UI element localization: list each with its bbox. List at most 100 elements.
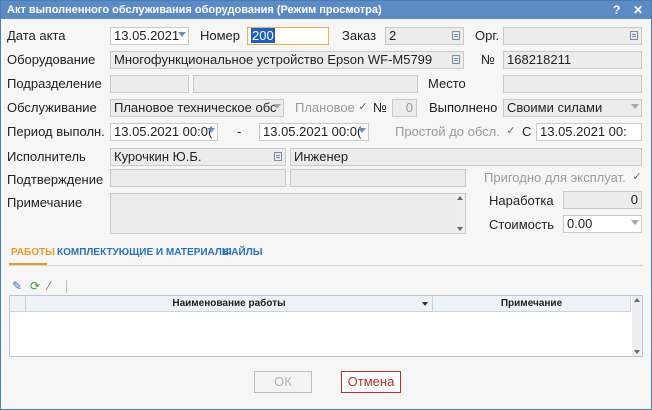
inv-number-label: № <box>481 52 495 67</box>
title-bar: Акт выполненного обслуживания оборудован… <box>1 1 651 19</box>
order-field[interactable]: 2 <box>385 27 464 45</box>
division-name-field[interactable] <box>193 75 418 93</box>
chevron-down-icon[interactable] <box>178 32 186 37</box>
equipment-label: Оборудование <box>7 52 96 67</box>
chevron-down-icon[interactable] <box>207 128 215 133</box>
note-textarea[interactable] <box>110 193 466 234</box>
dialog-window: Акт выполненного обслуживания оборудован… <box>0 0 652 410</box>
done-by-value: Своими силами <box>507 100 603 115</box>
confirm-code-field[interactable] <box>110 169 286 187</box>
inv-number-field[interactable]: 168218211 <box>503 51 642 69</box>
executor-value: Курочкин Ю.Б. <box>114 149 202 164</box>
lookup-icon[interactable] <box>452 31 460 40</box>
downtime-label: Простой до обсл. <box>395 124 500 139</box>
downtime-from-field[interactable]: 13.05.2021 00: <box>536 123 642 141</box>
confirm-label: Подтверждение <box>7 172 104 187</box>
grid-column-note-label: Примечание <box>500 298 563 309</box>
period-from-field[interactable]: 13.05.2021 00:0( <box>110 123 218 141</box>
toolbar-divider <box>66 280 67 293</box>
period-dash: - <box>237 124 242 139</box>
downtime-from-label: С <box>522 124 532 139</box>
division-label: Подразделение <box>7 76 102 91</box>
refresh-icon[interactable]: ⟳ <box>30 279 40 293</box>
executor-role-field[interactable]: Инженер <box>290 148 642 166</box>
grid-row-header <box>10 296 26 312</box>
chevron-down-icon[interactable] <box>358 128 366 133</box>
order-value: 2 <box>389 28 397 43</box>
place-field[interactable] <box>503 75 642 93</box>
tab-files[interactable]: ФАЙЛЫ <box>223 247 263 258</box>
planned-num-value: 0 <box>405 100 413 115</box>
period-to-field[interactable]: 13.05.2021 00:0( <box>259 123 369 141</box>
equipment-value: Многофункциональное устройство Epson WF-… <box>114 52 433 67</box>
period-from-value: 13.05.2021 00:0( <box>114 124 213 139</box>
cost-label: Стоимость <box>489 217 555 232</box>
chevron-down-icon[interactable] <box>273 104 281 109</box>
planned-label: Плановое <box>295 100 355 115</box>
window-title: Акт выполненного обслуживания оборудован… <box>7 4 382 16</box>
downtime-checkbox[interactable]: ✓ <box>506 126 516 137</box>
number-label: Номер <box>200 28 241 43</box>
act-date-field[interactable]: 13.05.2021 <box>110 27 189 45</box>
lookup-icon[interactable] <box>630 31 638 40</box>
order-label: Заказ <box>342 28 377 43</box>
scroll-down-icon[interactable] <box>634 350 640 354</box>
period-to-value: 13.05.2021 00:0( <box>263 124 362 139</box>
confirm-name-field[interactable] <box>290 169 466 187</box>
lookup-icon[interactable] <box>452 55 460 64</box>
help-button[interactable]: ? <box>613 3 620 17</box>
magic-wand-icon[interactable]: ⁄ <box>48 279 50 293</box>
fit-checkbox[interactable]: ✓ <box>632 172 642 183</box>
grid-scrollbar[interactable] <box>632 296 642 356</box>
fit-label: Пригодно для эксплуат. <box>484 170 626 185</box>
inv-number-value: 168218211 <box>507 52 572 67</box>
service-label: Обслуживание <box>7 100 97 115</box>
edit-icon[interactable]: ✎ <box>12 279 22 293</box>
note-label: Примечание <box>7 195 83 210</box>
tab-materials[interactable]: КОМПЛЕКТУЮЩИЕ И МАТЕРИАЛЫ <box>57 247 232 258</box>
planned-checkbox[interactable]: ✓ <box>358 102 368 113</box>
cost-value: 0.00 <box>567 216 593 231</box>
lookup-icon[interactable] <box>274 152 282 161</box>
scroll-up-icon[interactable] <box>457 196 463 200</box>
grid-column-note[interactable]: Примечание <box>433 296 631 312</box>
sort-arrow-icon <box>422 302 428 306</box>
executor-label: Исполнитель <box>7 149 86 164</box>
number-field[interactable]: 200 <box>247 27 329 45</box>
runtime-label: Наработка <box>489 193 554 208</box>
executor-role-value: Инженер <box>294 149 349 164</box>
act-date-value: 13.05.2021 <box>114 28 180 43</box>
division-code-field[interactable] <box>110 75 189 93</box>
tab-separator <box>9 265 643 266</box>
org-label: Орг. <box>475 28 500 43</box>
org-field[interactable] <box>503 27 642 45</box>
scroll-down-icon[interactable] <box>457 227 463 231</box>
place-label: Место <box>428 76 466 91</box>
planned-num-field[interactable]: 0 <box>392 99 417 117</box>
grid-column-work-name[interactable]: Наименование работы <box>26 296 433 312</box>
chevron-down-icon[interactable] <box>631 104 639 109</box>
executor-field[interactable]: Курочкин Ю.Б. <box>110 148 286 166</box>
downtime-from-value: 13.05.2021 00: <box>540 124 627 139</box>
note-scrollbar[interactable] <box>455 194 465 233</box>
scroll-up-icon[interactable] <box>634 298 640 302</box>
ok-button[interactable]: ОК <box>254 371 312 393</box>
tab-works[interactable]: РАБОТЫ <box>11 247 55 258</box>
equipment-field[interactable]: Многофункциональное устройство Epson WF-… <box>110 51 464 69</box>
done-by-select[interactable]: Своими силами <box>503 99 642 117</box>
service-select[interactable]: Плановое техническое обс <box>110 99 284 117</box>
act-date-label: Дата акта <box>7 28 66 43</box>
number-value: 200 <box>251 28 275 43</box>
done-label: Выполнено <box>429 100 498 115</box>
grid-column-work-name-label: Наименование работы <box>172 298 286 309</box>
chevron-down-icon[interactable] <box>631 220 639 225</box>
cancel-button[interactable]: Отмена <box>341 371 401 393</box>
cost-field[interactable]: 0.00 <box>563 215 642 233</box>
period-label: Период выполн. <box>7 124 105 139</box>
service-value: Плановое техническое обс <box>114 100 277 115</box>
works-grid[interactable]: Наименование работы Примечание <box>9 295 643 357</box>
close-button[interactable]: ✕ <box>633 3 643 17</box>
runtime-field[interactable]: 0 <box>563 191 642 209</box>
planned-num-label: № <box>373 100 387 115</box>
runtime-value: 0 <box>630 192 638 207</box>
